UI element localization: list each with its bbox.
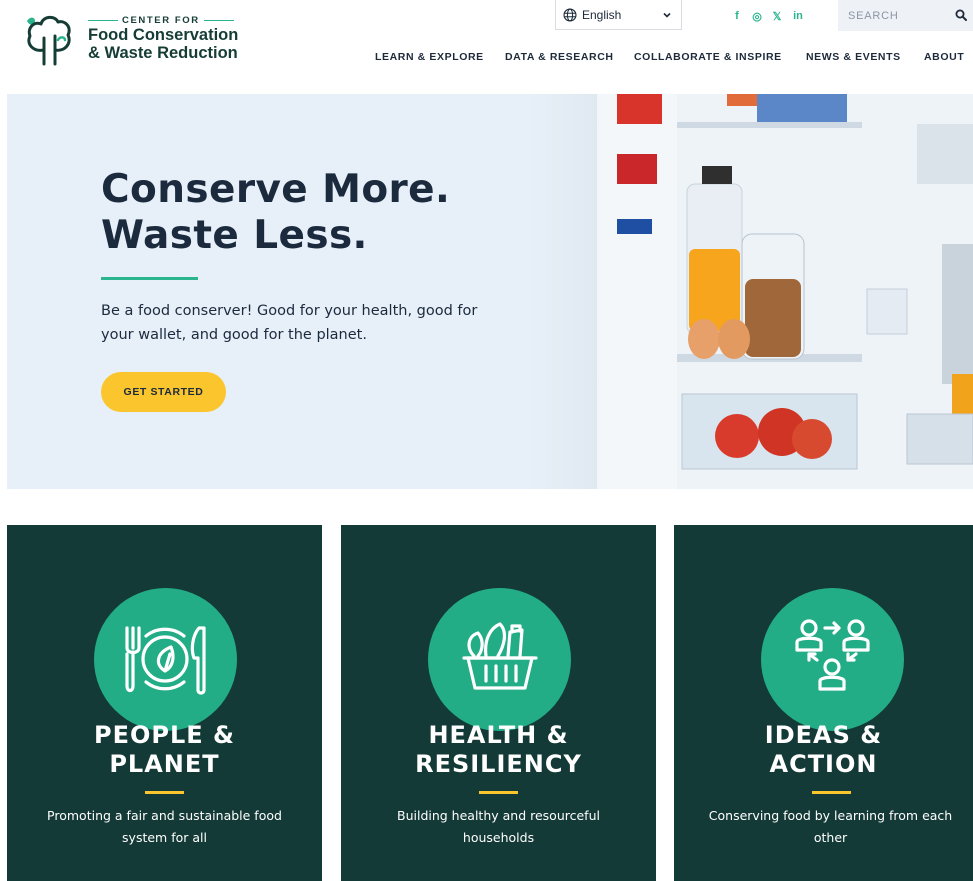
logo-kicker: CENTER FOR <box>88 15 238 26</box>
card-description: Building healthy and resourceful househo… <box>397 808 600 845</box>
hero-banner: Conserve More. Waste Less. Be a food con… <box>7 94 973 489</box>
card-icon-circle <box>761 588 904 731</box>
card-people-planet[interactable]: PEOPLE & PLANET Promoting a fair and sus… <box>7 525 322 881</box>
card-divider <box>145 791 184 794</box>
nav-data-research[interactable]: DATA & RESEARCH <box>505 51 614 63</box>
grocery-basket-icon <box>462 622 538 690</box>
search-icon[interactable] <box>955 9 967 21</box>
hero-title: Conserve More. Waste Less. <box>101 167 451 258</box>
facebook-icon[interactable]: f <box>731 8 743 24</box>
hero-description: Be a food conserver! Good for your healt… <box>101 303 478 343</box>
card-divider <box>812 791 851 794</box>
card-divider <box>479 791 518 794</box>
search-box <box>838 0 973 31</box>
refrigerator-photo <box>527 94 973 489</box>
main-navigation: LEARN & EXPLORE DATA & RESEARCH COLLABOR… <box>0 51 973 65</box>
card-title: HEALTH & RESILIENCY <box>415 721 582 778</box>
search-input[interactable] <box>848 9 948 22</box>
card-title: IDEAS & ACTION <box>764 721 883 778</box>
nav-collaborate-inspire[interactable]: COLLABORATE & INSPIRE <box>634 51 782 63</box>
instagram-icon[interactable]: ◎ <box>750 8 764 24</box>
plate-leaf-icon <box>125 626 206 695</box>
nav-learn-explore[interactable]: LEARN & EXPLORE <box>375 51 484 63</box>
people-exchange-icon <box>795 619 870 691</box>
language-selector[interactable]: English <box>555 0 682 30</box>
nav-about[interactable]: ABOUT <box>924 51 964 63</box>
globe-icon <box>563 7 577 22</box>
hero-divider <box>101 277 198 280</box>
card-title: PEOPLE & PLANET <box>94 721 235 778</box>
card-description: Promoting a fair and sustainable food sy… <box>47 808 282 845</box>
logo-line-1: Food Conservation <box>88 26 239 44</box>
linkedin-icon[interactable]: in <box>790 8 806 24</box>
card-description: Conserving food by learning from each ot… <box>708 808 953 845</box>
nav-news-events[interactable]: NEWS & EVENTS <box>806 51 901 63</box>
chevron-down-icon <box>663 12 671 18</box>
card-ideas-action[interactable]: IDEAS & ACTION Conserving food by learni… <box>674 525 973 881</box>
x-icon[interactable]: 𝕏 <box>770 8 784 24</box>
card-icon-circle <box>94 588 237 731</box>
language-selected: English <box>582 7 622 22</box>
get-started-button[interactable]: GET STARTED <box>101 372 226 412</box>
card-icon-circle <box>428 588 571 731</box>
card-health-resiliency[interactable]: HEALTH & RESILIENCY Building healthy and… <box>341 525 656 881</box>
